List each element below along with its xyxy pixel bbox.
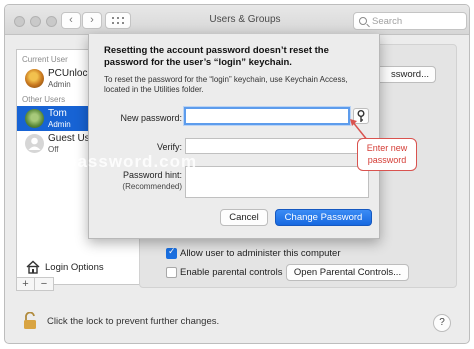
change-password-button[interactable]: Change Password [275,209,372,226]
avatar [25,109,44,128]
verify-label: Verify: [156,142,182,152]
show-all-preferences-button[interactable] [105,12,131,29]
search-placeholder: Search [372,16,403,27]
house-icon [26,260,40,274]
section-current-user: Current User [22,55,68,64]
reset-password-sheet: Resetting the account password doesn’t r… [88,34,380,239]
password-hint-sublabel: (Recommended) [122,182,182,191]
parental-controls-checkbox[interactable] [166,267,177,278]
guest-avatar-icon [25,134,44,153]
login-options-item[interactable]: Login Options [17,257,145,279]
allow-admin-label: Allow user to administer this computer [180,248,341,259]
close-window-button[interactable] [14,16,25,27]
zoom-window-button[interactable] [46,16,57,27]
remove-user-button[interactable]: − [35,278,53,290]
chevron-left-icon: ‹ [69,14,73,26]
grid-icon-dot [117,17,119,19]
minimize-window-button[interactable] [30,16,41,27]
annotation-callout: Enter new password [357,138,417,171]
add-user-button[interactable]: + [17,278,35,290]
user-name: Tom [48,108,67,119]
add-remove-control: + − [16,277,54,291]
parental-controls-label: Enable parental controls [180,267,283,278]
verify-field[interactable] [185,138,369,154]
watermark: top-password.com [30,152,198,171]
cancel-button[interactable]: Cancel [220,209,268,226]
grid-icon-dot [122,22,124,24]
search-field[interactable]: Search [353,12,467,30]
grid-icon-dot [112,22,114,24]
section-other-users: Other Users [22,95,66,104]
window-title: Users & Groups [209,14,281,25]
title-bar: ‹ › Users & Groups Search [5,5,469,35]
user-role: Admin [48,80,71,89]
search-icon [359,17,367,25]
grid-icon-dot [117,22,119,24]
chevron-right-icon: › [90,14,94,26]
lock-message: Click the lock to prevent further change… [47,316,220,327]
login-options-label: Login Options [45,262,104,273]
sheet-description: To reset the password for the “login” ke… [104,75,348,94]
grid-icon-dot [122,17,124,19]
new-password-label: New password: [120,113,182,123]
lock-icon[interactable] [23,311,37,329]
allow-admin-checkbox[interactable] [166,247,177,259]
avatar [25,69,44,88]
password-hint-field[interactable] [185,166,369,198]
new-password-field[interactable] [184,107,350,125]
user-role: Admin [48,120,71,129]
help-button[interactable]: ? [433,314,451,332]
back-button[interactable]: ‹ [61,12,81,29]
forward-button[interactable]: › [82,12,102,29]
open-parental-controls-button[interactable]: Open Parental Controls... [286,264,409,281]
sheet-heading: Resetting the account password doesn’t r… [104,45,329,68]
annotation-text: Enter new password [366,143,408,165]
grid-icon [112,17,114,19]
